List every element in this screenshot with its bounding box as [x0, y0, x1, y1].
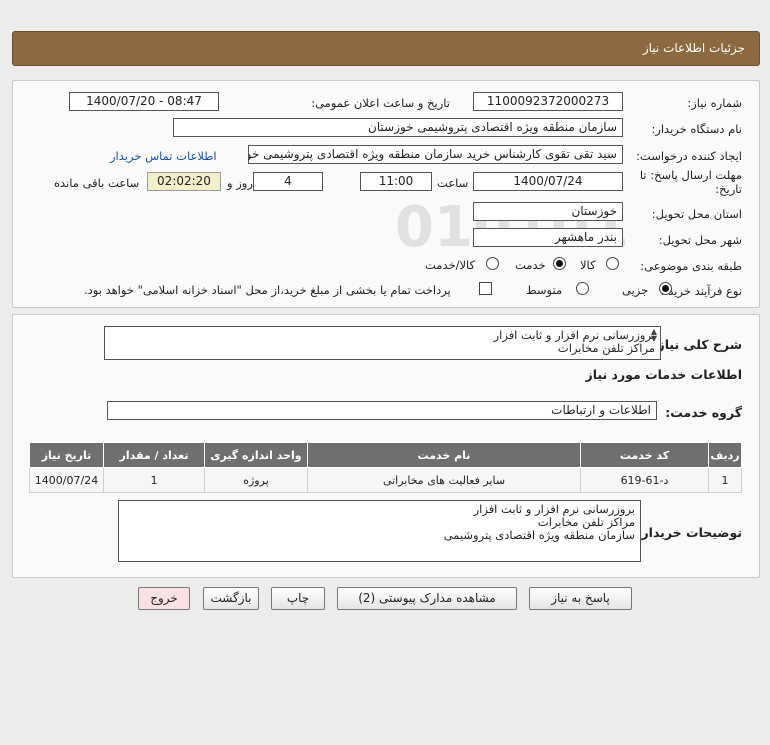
- buyer-notes-label: توضیحات خریدار:: [636, 525, 742, 540]
- city-field: بندر ماهشهر: [473, 228, 623, 247]
- creator-field: سید تقی تقوی کارشناس خرید سازمان منطقه و…: [248, 145, 623, 164]
- page-title: جزئیات اطلاعات نیاز: [642, 41, 745, 55]
- page-header: جزئیات اطلاعات نیاز: [12, 31, 760, 66]
- cell-need-date: 1400/07/24: [29, 467, 104, 493]
- cell-service-name: سایر فعالیت های مخابراتی: [307, 467, 581, 493]
- treasury-note: پرداخت تمام یا بخشی از مبلغ خرید،از محل …: [84, 283, 451, 297]
- exit-button[interactable]: خروج: [138, 587, 190, 610]
- announce-label: تاریخ و ساعت اعلان عمومی:: [311, 96, 450, 110]
- days-remaining-field: 4: [253, 172, 323, 191]
- checkbox-icon[interactable]: [479, 282, 492, 295]
- category-option-service: خدمت: [515, 258, 546, 272]
- description-line-2: مراکز تلفن مخابرات: [557, 341, 655, 355]
- category-radio-both[interactable]: [486, 257, 499, 273]
- buyer-org-label: نام دستگاه خریدار:: [651, 122, 742, 136]
- details-panel: [12, 80, 760, 308]
- cell-service-code: د-61-619: [580, 467, 709, 493]
- creator-label: ایجاد کننده درخواست:: [636, 149, 742, 163]
- service-group-field: اطلاعات و ارتباطات: [107, 401, 657, 420]
- col-service-name: نام خدمت: [307, 442, 581, 468]
- col-service-code: کد خدمت: [580, 442, 709, 468]
- deadline-time-label: ساعت: [437, 176, 469, 190]
- description-field: بروزرسانی نرم افزار و ثابت افزار مراکز ت…: [104, 326, 661, 360]
- category-option-goods: کالا: [580, 258, 596, 272]
- province-label: استان محل تحویل:: [651, 207, 742, 221]
- buyer-contact-link[interactable]: اطلاعات تماس خریدار: [110, 149, 217, 163]
- back-button[interactable]: بازگشت: [203, 587, 259, 610]
- buyer-notes-field: بروزرسانی نرم افزار و ثابت افزار مراکز ت…: [118, 500, 641, 562]
- scroll-arrows-icon[interactable]: ▲ ▼: [651, 328, 657, 343]
- purchase-option-medium: متوسط: [526, 283, 563, 297]
- print-button[interactable]: چاپ: [271, 587, 325, 610]
- radio-selected-icon[interactable]: [659, 282, 672, 295]
- category-radio-service[interactable]: [553, 257, 566, 273]
- buyer-org-field: سازمان منطقه ویژه اقتصادی پتروشیمی خوزست…: [173, 118, 623, 137]
- category-label: طبقه بندی موضوعی:: [640, 259, 742, 273]
- announce-field: 1400/07/20 - 08:47: [69, 92, 219, 111]
- purchase-radio-minor[interactable]: [659, 282, 672, 298]
- city-label: شهر محل تحویل:: [658, 233, 742, 247]
- radio-icon[interactable]: [486, 257, 499, 270]
- services-section-title: اطلاعات خدمات مورد نیاز: [585, 367, 743, 382]
- cell-row-number: 1: [708, 467, 742, 493]
- need-number-label: شماره نیاز:: [687, 96, 742, 110]
- deadline-date-label: تاریخ:: [715, 182, 742, 196]
- deadline-label: مهلت ارسال پاسخ: تا: [639, 168, 742, 182]
- table-row: 1 د-61-619 سایر فعالیت های مخابراتی پروژ…: [29, 467, 742, 493]
- cell-quantity: 1: [103, 467, 205, 493]
- cell-unit: پروژه: [204, 467, 308, 493]
- col-unit: واحد اندازه گیری: [204, 442, 308, 468]
- description-label: شرح کلی نیاز:: [652, 337, 742, 352]
- deadline-date-field: 1400/07/24: [473, 172, 623, 191]
- remaining-time-field: 02:02:20: [147, 172, 221, 191]
- col-row-number: ردیف: [708, 442, 742, 468]
- radio-icon[interactable]: [576, 282, 589, 295]
- radio-selected-icon[interactable]: [553, 257, 566, 270]
- col-need-date: تاریخ نیاز: [29, 442, 104, 468]
- services-table: ردیف کد خدمت نام خدمت واحد اندازه گیری ت…: [29, 442, 742, 493]
- col-quantity: تعداد / مقدار: [103, 442, 205, 468]
- remaining-time-label: ساعت باقی مانده: [54, 176, 140, 190]
- deadline-time-field: 11:00: [360, 172, 432, 191]
- buyer-notes-line-3: سازمان منطقه ویژه اقتصادی پتروشیمی: [443, 528, 635, 542]
- purchase-type-label: نوع فرآیند خرید :: [660, 284, 742, 298]
- table-header-row: ردیف کد خدمت نام خدمت واحد اندازه گیری ت…: [29, 442, 742, 468]
- days-label: روز و: [227, 176, 253, 190]
- service-group-label: گروه خدمت:: [665, 405, 742, 420]
- category-option-both: کالا/خدمت: [425, 258, 476, 272]
- purchase-radio-medium[interactable]: [576, 282, 589, 298]
- treasury-checkbox[interactable]: [479, 282, 492, 298]
- radio-icon[interactable]: [606, 257, 619, 270]
- reply-button[interactable]: پاسخ به نیاز: [529, 587, 632, 610]
- category-radio-goods[interactable]: [606, 257, 619, 273]
- province-field: خوزستان: [473, 202, 623, 221]
- attachments-button[interactable]: مشاهده مدارک پیوستی (2): [337, 587, 517, 610]
- need-number-field: 1100092372000273: [473, 92, 623, 111]
- purchase-option-minor: جزیی: [622, 283, 649, 297]
